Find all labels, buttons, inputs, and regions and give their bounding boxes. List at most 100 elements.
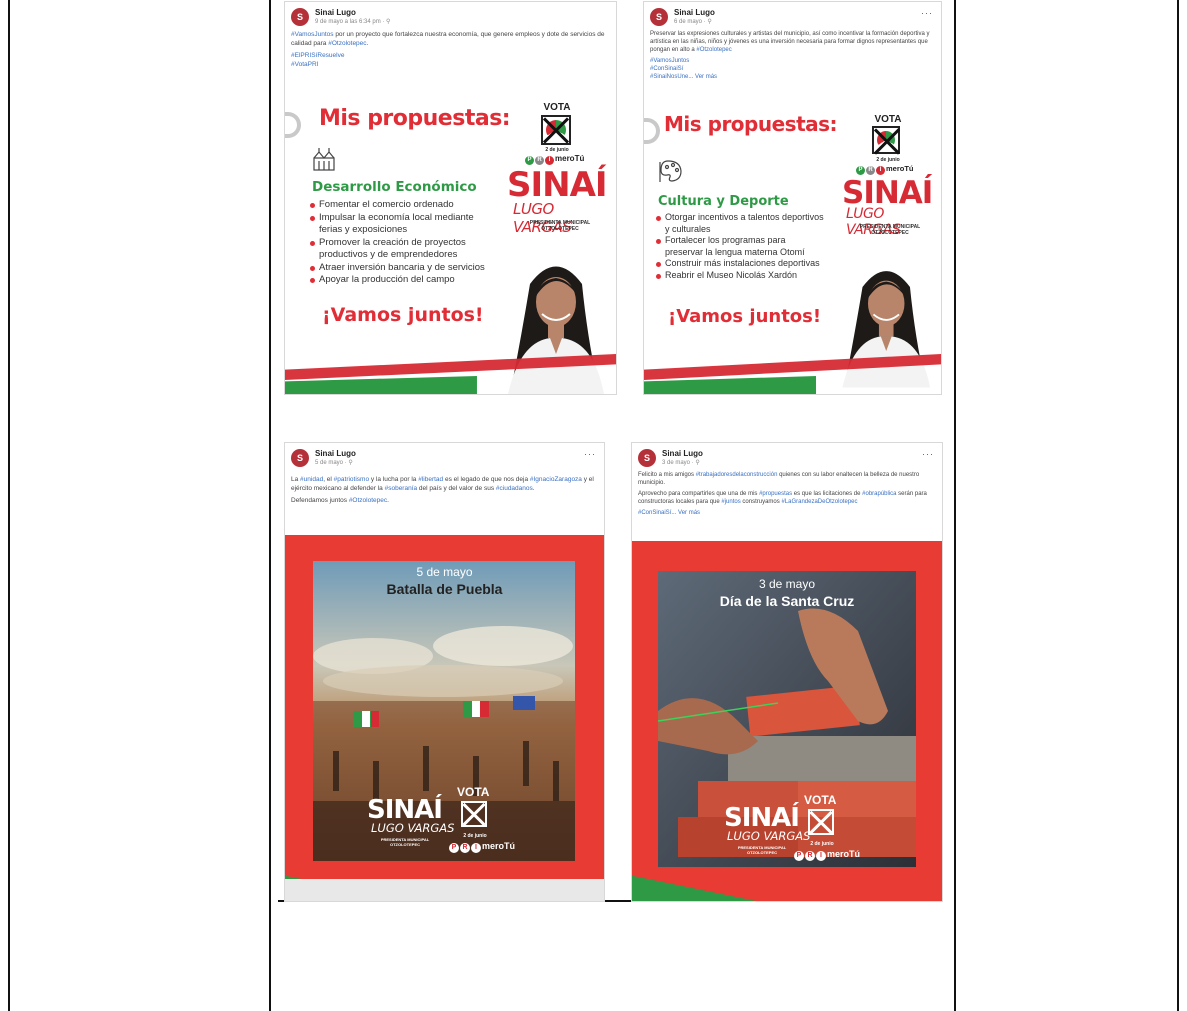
see-more-link[interactable]: #ConSinaiSí... Ver más — [638, 509, 936, 517]
avatar: S — [291, 449, 309, 467]
pri-letter: P — [449, 843, 459, 853]
pri-letter: I — [876, 166, 885, 175]
pri-letter: P — [794, 851, 804, 861]
slogan: P R ImeroTú — [856, 164, 914, 175]
role-place: OTZOLOTEPEC — [747, 850, 777, 855]
post-text: Felicito a mis amigos #trabajadoresdelac… — [638, 471, 936, 520]
avatar: S — [638, 449, 656, 467]
see-more-link[interactable]: #SinaiNosUne... Ver más — [650, 73, 935, 81]
post-header: S Sinai Lugo 5 de mayo · ⚲ ··· — [291, 449, 598, 469]
post-author: Sinai Lugo — [662, 449, 703, 458]
vota-label: VOTA — [874, 114, 902, 125]
poster-title: Día de la Santa Cruz — [719, 593, 855, 609]
avatar: S — [291, 8, 309, 26]
post-body: La #unidad, el #patriotismo y la lucha p… — [291, 476, 594, 492]
candidate-role: PRESIDENTA MUNICIPAL OTZOLOTEPEC — [365, 837, 445, 847]
decorative-arc — [644, 118, 660, 144]
pri-letter: R — [805, 851, 815, 861]
hashtag: #VotaPRI — [291, 61, 319, 68]
proposal-list: Otorgar incentivos a talentos deportivos… — [655, 212, 825, 281]
list-item: Promover la creación de proyectos produc… — [309, 237, 489, 262]
hashtag: #VamosJuntos — [291, 31, 334, 38]
pri-ballot-icon — [461, 801, 487, 827]
list-item: Atraer inversión bancaria y de servicios — [309, 262, 489, 275]
election-date: 2 de junio — [810, 841, 834, 847]
avatar: S — [650, 8, 668, 26]
post-cultura-deporte: S Sinai Lugo 6 de mayo · ⚲ ··· Preservar… — [644, 2, 941, 394]
proposal-poster: Mis propuestas: Cultura y Deporte Otorga… — [644, 94, 941, 394]
post-timestamp: 3 de mayo · ⚲ — [662, 460, 700, 466]
poster-heading: Mis propuestas: — [664, 112, 838, 136]
candidate-name: SINAÍ — [724, 803, 800, 833]
candidate-name: SINAÍ — [507, 165, 608, 205]
green-stripe — [285, 376, 477, 394]
slogan-text: meroTú — [886, 164, 914, 173]
table-border-right — [1177, 0, 1179, 1011]
candidate-role: PRESIDENTA MUNICIPAL OTZOLOTEPEC — [842, 224, 938, 236]
vota-label: VOTA — [804, 793, 837, 807]
pri-letter: I — [816, 851, 826, 861]
post-body: Felicito a mis amigos #trabajadoresdelac… — [638, 472, 920, 486]
post-desarrollo-economico: S Sinai Lugo 9 de mayo a las 6:34 pm · ⚲… — [285, 2, 616, 394]
candidate-portrait — [842, 271, 931, 388]
post-header: S Sinai Lugo 6 de mayo · ⚲ ··· — [650, 8, 935, 28]
role-place: OTZOLOTEPEC — [871, 230, 909, 236]
culture-icon — [659, 160, 682, 182]
list-item: Reabrir el Museo Nicolás Xardón — [655, 270, 825, 282]
table-border-col1 — [269, 0, 271, 1011]
poster-title: Batalla de Puebla — [386, 581, 503, 597]
role-place: OTZOLOTEPEC — [390, 842, 420, 847]
commemorative-poster: 5 de mayo Batalla de Puebla SINAÍ LUGO V… — [285, 535, 604, 901]
post-header: S Sinai Lugo 3 de mayo · ⚲ ··· — [638, 449, 936, 469]
vota-label: VOTA — [543, 102, 571, 113]
slogan: P R ImeroTú — [449, 841, 515, 853]
list-item: Construir más instalaciones deportivas — [655, 258, 825, 270]
slogan-text: meroTú — [555, 154, 585, 163]
hashtag: #VamosJuntos — [650, 58, 690, 64]
post-author: Sinai Lugo — [315, 8, 356, 17]
post-text: La #unidad, el #patriotismo y la lucha p… — [291, 475, 598, 508]
proposal-poster: Mis propuestas: Desarrollo Económico Fom… — [285, 84, 616, 394]
closing-slogan: ¡Vamos juntos! — [322, 304, 484, 326]
list-item: Apoyar la producción del campo — [309, 274, 489, 287]
pri-letter: I — [545, 156, 554, 165]
election-date: 2 de junio — [545, 147, 569, 153]
pri-ballot-icon — [808, 809, 834, 835]
pri-letter: P — [856, 166, 865, 175]
decorative-arc — [285, 112, 301, 138]
hashtag: #Otzolotepec — [696, 47, 732, 53]
pri-letter: R — [866, 166, 875, 175]
candidate-surname: LUGO VARGAS — [727, 829, 811, 843]
more-options-icon[interactable]: ··· — [922, 449, 934, 459]
hashtag: #Otzolotepec — [328, 40, 367, 47]
pri-ballot-icon — [872, 126, 900, 154]
proposal-list: Fomentar el comercio ordenado Impulsar l… — [309, 199, 489, 287]
candidate-role: PRESIDENTA MUNICIPAL OTZOLOTEPEC — [510, 220, 610, 232]
post-batalla-puebla: S Sinai Lugo 5 de mayo · ⚲ ··· La #unida… — [285, 443, 604, 901]
green-stripe — [644, 376, 817, 394]
poster-footer — [285, 879, 604, 901]
section-title: Cultura y Deporte — [658, 194, 789, 209]
election-date: 2 de junio — [876, 157, 900, 163]
slogan-text: meroTú — [827, 849, 861, 859]
vota-label: VOTA — [457, 785, 490, 799]
election-date: 2 de junio — [463, 833, 487, 839]
more-options-icon[interactable]: ··· — [921, 8, 933, 18]
pri-ballot-icon — [541, 115, 571, 145]
list-item: Otorgar incentivos a talentos deportivos… — [655, 212, 825, 235]
pri-letter: P — [525, 156, 534, 165]
list-item: Fortalecer los programas para preservar … — [655, 235, 825, 258]
table-border-col2 — [954, 0, 956, 1011]
post-author: Sinai Lugo — [674, 8, 715, 17]
post-text: Preservar las expresiones culturales y a… — [650, 30, 935, 81]
pri-letter: I — [471, 843, 481, 853]
post-body-2: Aprovecho para compartirles que una de m… — [638, 491, 927, 505]
list-item: Fomentar el comercio ordenado — [309, 199, 489, 212]
pri-letter: R — [460, 843, 470, 853]
post-body-2: Defendamos juntos #Otzolotepec. — [291, 497, 389, 504]
economy-icon — [313, 148, 335, 171]
more-options-icon[interactable]: ··· — [584, 449, 596, 459]
candidate-surname: LUGO VARGAS — [371, 821, 455, 835]
poster-date: 5 de mayo — [416, 565, 473, 579]
post-timestamp: 9 de mayo a las 6:34 pm · ⚲ — [315, 19, 391, 25]
